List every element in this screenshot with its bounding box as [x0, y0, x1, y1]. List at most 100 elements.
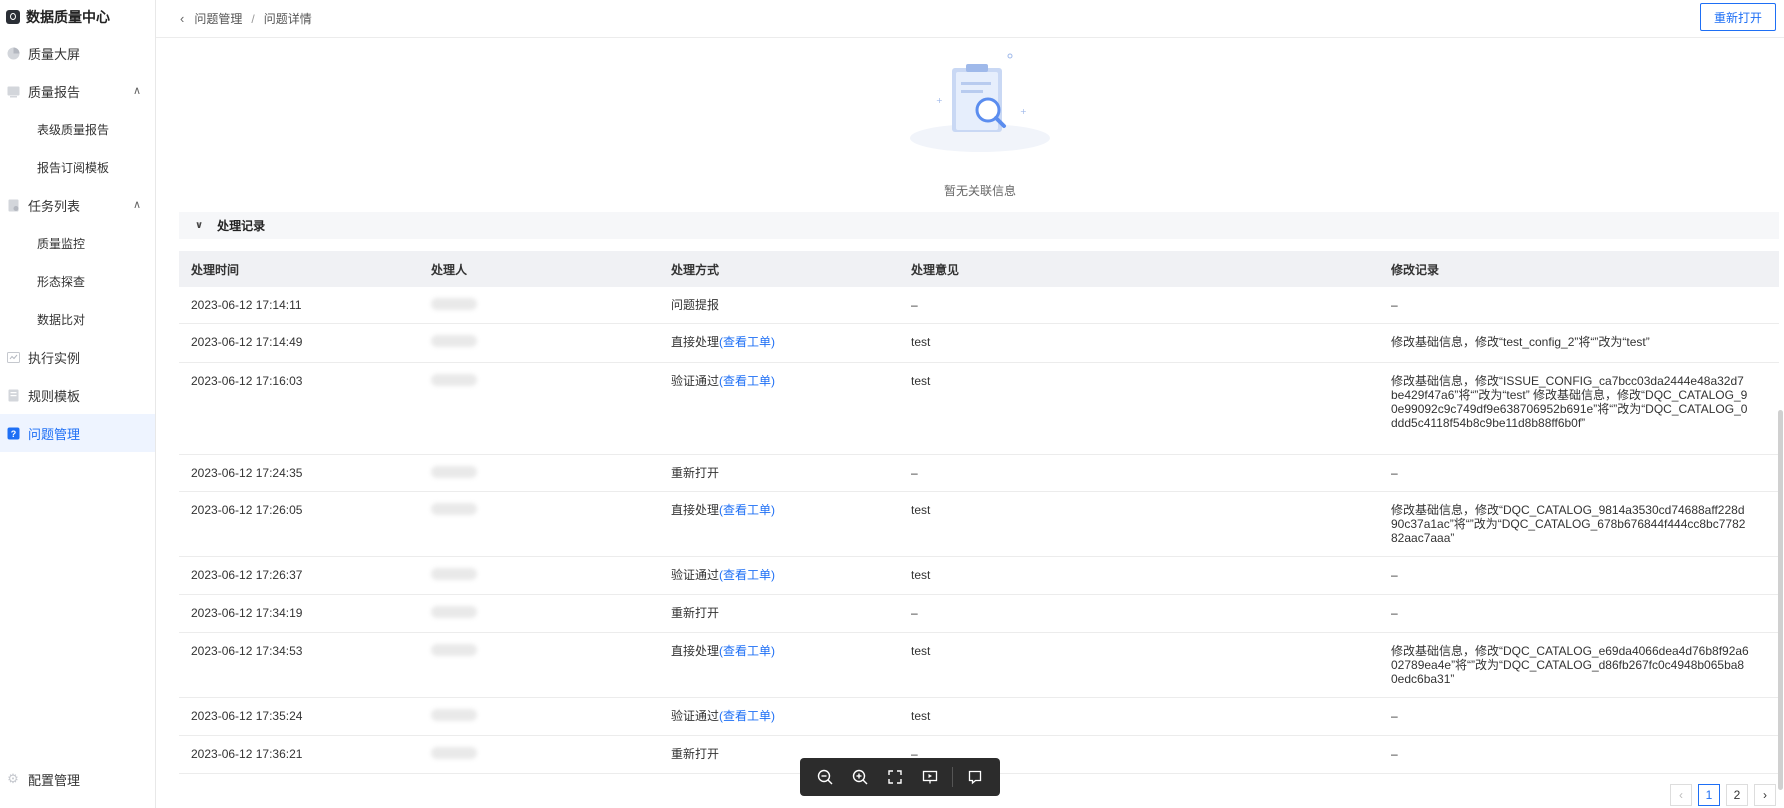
empty-state-text: 暂无关联信息: [943, 184, 1016, 198]
cell-opinion: test: [911, 374, 931, 388]
sidebar-item-data-compare[interactable]: 数据比对: [0, 300, 155, 338]
task-icon: [6, 198, 20, 212]
sidebar-item-config-management[interactable]: ⚙ 配置管理: [0, 760, 155, 798]
sidebar-item-quality-report[interactable]: 质量报告 ∧: [0, 72, 155, 110]
redacted-name: [431, 606, 477, 618]
cell-time: 2023-06-12 17:16:03: [191, 374, 303, 388]
sidebar-item-quality-dashboard[interactable]: 质量大屏: [0, 34, 155, 72]
vertical-scrollbar[interactable]: [1778, 410, 1783, 790]
cell-handler: [419, 298, 659, 313]
cell-time: 2023-06-12 17:24:35: [191, 466, 303, 480]
sidebar: 数据质量中心 质量大屏 质量报告 ∧ 表级质量报告 报告订阅模板 任务列表 ∧ …: [0, 0, 156, 808]
app-logo-icon: [6, 10, 20, 24]
breadcrumb-issue-detail: 问题详情: [263, 12, 312, 26]
sidebar-item-profile-explore[interactable]: 形态探查: [0, 262, 155, 300]
sidebar-item-table-quality-report[interactable]: 表级质量报告: [0, 110, 155, 148]
cell-time: 2023-06-12 17:35:24: [191, 709, 303, 723]
report-icon: [6, 84, 20, 98]
table-row: 2023-06-12 17:24:35 重新打开 – –: [179, 455, 1779, 492]
instance-icon: [6, 350, 20, 364]
redacted-name: [431, 466, 477, 478]
cell-record: –: [1391, 298, 1398, 312]
cell-record: –: [1391, 709, 1398, 723]
cell-opinion: –: [911, 466, 918, 480]
redacted-name: [431, 335, 477, 347]
cell-record: –: [1391, 568, 1398, 582]
cell-record: –: [1391, 747, 1398, 761]
cell-time: 2023-06-12 17:14:11: [191, 298, 302, 312]
sidebar-item-rule-template[interactable]: 规则模板: [0, 376, 155, 414]
cell-time: 2023-06-12 17:26:05: [191, 503, 303, 517]
view-ticket-link[interactable]: (查看工单): [719, 709, 775, 723]
reopen-button[interactable]: 重新打开: [1700, 3, 1776, 31]
cell-record: 修改基础信息，修改“test_config_2”将“”改为“test”: [1391, 335, 1650, 349]
sidebar-item-task-list[interactable]: 任务列表 ∧: [0, 186, 155, 224]
view-ticket-link[interactable]: (查看工单): [719, 335, 775, 349]
empty-state: + + 暂无关联信息: [880, 48, 1080, 198]
page-button-1[interactable]: 1: [1698, 784, 1720, 806]
cell-opinion: –: [911, 606, 918, 620]
cell-handler: [419, 568, 659, 583]
cell-time: 2023-06-12 17:36:21: [191, 747, 303, 761]
zoom-in-icon[interactable]: [847, 764, 873, 790]
sidebar-item-issue-management[interactable]: ? 问题管理: [0, 414, 155, 452]
cell-method: 验证通过(查看工单): [671, 374, 776, 388]
gear-icon: ⚙: [7, 771, 19, 786]
cell-handler: [419, 335, 659, 350]
column-header-method: 处理方式: [671, 262, 720, 277]
present-icon[interactable]: [917, 764, 943, 790]
cell-handler: [419, 374, 659, 389]
cell-opinion: test: [911, 335, 931, 349]
cell-handler: [419, 747, 659, 762]
table-row: 2023-06-12 17:26:05 直接处理(查看工单) test 修改基础…: [179, 492, 1779, 557]
svg-text:+: +: [1020, 107, 1027, 116]
cell-time: 2023-06-12 17:34:19: [191, 606, 303, 620]
cell-opinion: test: [911, 568, 931, 582]
view-ticket-link[interactable]: (查看工单): [719, 503, 775, 517]
chevron-up-icon[interactable]: ∧: [133, 198, 141, 211]
table-row: 2023-06-12 17:16:03 验证通过(查看工单) test 修改基础…: [179, 363, 1779, 455]
app-brand[interactable]: 数据质量中心: [0, 0, 155, 34]
cell-record: –: [1391, 606, 1398, 620]
cell-opinion: test: [911, 644, 931, 658]
comment-icon[interactable]: [962, 764, 988, 790]
next-page-button[interactable]: ›: [1754, 784, 1776, 806]
column-header-handler: 处理人: [431, 262, 468, 277]
breadcrumb-issue-management[interactable]: 问题管理: [194, 10, 242, 27]
chevron-up-icon[interactable]: ∧: [133, 84, 141, 97]
chevron-down-icon[interactable]: ∨: [195, 220, 203, 231]
cell-record: –: [1391, 466, 1398, 480]
view-ticket-link[interactable]: (查看工单): [719, 568, 775, 582]
rule-icon: [6, 388, 20, 402]
svg-text:+: +: [936, 96, 943, 105]
cell-time: 2023-06-12 17:14:49: [191, 335, 303, 349]
table-row: 2023-06-12 17:34:19 重新打开 – –: [179, 595, 1779, 633]
table-row: 2023-06-12 17:26:37 验证通过(查看工单) test –: [179, 557, 1779, 595]
section-processing-records[interactable]: ∨ 处理记录: [179, 212, 1779, 239]
view-ticket-link[interactable]: (查看工单): [719, 644, 775, 658]
sidebar-item-quality-monitor[interactable]: 质量监控: [0, 224, 155, 262]
cell-handler: [419, 644, 659, 659]
page-button-2[interactable]: 2: [1726, 784, 1748, 806]
cell-method: 问题提报: [671, 298, 720, 312]
breadcrumb-separator: /: [251, 11, 255, 26]
sidebar-item-execution-instance[interactable]: 执行实例: [0, 338, 155, 376]
question-icon: ?: [6, 426, 20, 440]
page-header: ‹ 问题管理 / 问题详情 重新打开: [156, 0, 1784, 38]
svg-text:?: ?: [10, 429, 16, 439]
view-ticket-link[interactable]: (查看工单): [719, 374, 775, 388]
app-title: 数据质量中心: [26, 9, 110, 25]
redacted-name: [431, 298, 477, 310]
cell-method: 验证通过(查看工单): [671, 568, 776, 582]
toolbar-divider: [951, 767, 953, 787]
empty-clipboard-illustration: + +: [910, 53, 1050, 152]
table-row: 2023-06-12 17:34:53 直接处理(查看工单) test 修改基础…: [179, 633, 1779, 698]
sidebar-item-report-subscription-template[interactable]: 报告订阅模板: [0, 148, 155, 186]
prev-page-button[interactable]: ‹: [1670, 784, 1692, 806]
fullscreen-icon[interactable]: [882, 764, 908, 790]
zoom-out-icon[interactable]: [812, 764, 838, 790]
cell-method: 重新打开: [671, 606, 720, 620]
column-header-time: 处理时间: [191, 262, 240, 277]
redacted-name: [431, 374, 477, 386]
back-arrow-icon[interactable]: ‹: [180, 11, 184, 26]
